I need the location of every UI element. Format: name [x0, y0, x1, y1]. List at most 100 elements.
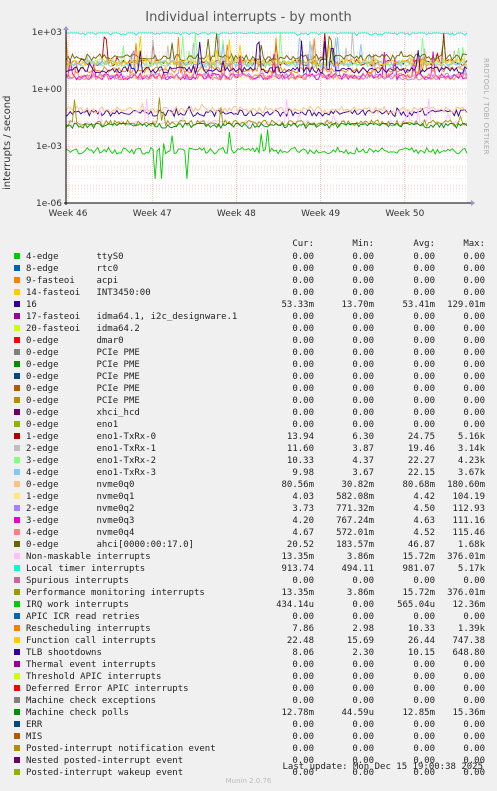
legend-max: 0.00	[463, 336, 485, 346]
legend-cur: 11.60	[286, 444, 314, 454]
legend-min: 0.00	[352, 360, 374, 370]
legend-row: 17-fasteoi idma64.1, i2c_designware.1 0.0…	[14, 311, 485, 323]
legend-label: 0-edge nvme0q0	[26, 479, 134, 491]
legend-swatch	[14, 613, 20, 619]
legend-max: 0.00	[463, 264, 485, 274]
legend-label: 8-edge rtc0	[26, 263, 118, 275]
legend-swatch	[14, 553, 20, 559]
legend-cur: 0.00	[292, 288, 314, 298]
x-tick-label: Week 47	[133, 209, 172, 219]
legend-series-name: PCIe PME	[96, 384, 140, 394]
legend-row: 4-edge nvme0q4 4.67 572.01m 4.52 115.46	[14, 527, 485, 539]
legend-max: 1.39k	[457, 624, 485, 634]
legend-min: 0.00	[352, 312, 374, 322]
legend-row: Non-maskable interrupts 13.35m 3.86m 15.72m…	[14, 551, 485, 563]
legend-max: 0.00	[463, 360, 485, 370]
legend-label: 0-edge PCIe PME	[26, 395, 140, 407]
legend-row: 0-edge dmar0 0.00 0.00 0.00 0.00	[14, 335, 485, 347]
legend-swatch	[14, 565, 20, 571]
legend-cur: 0.00	[292, 252, 314, 262]
legend-min: 0.00	[352, 612, 374, 622]
legend-max: 648.80	[452, 648, 485, 658]
legend-source: 3-edge	[26, 516, 59, 526]
legend-cur: 13.94	[286, 432, 314, 442]
legend-max: 1.68k	[457, 540, 485, 550]
legend-row: 2-edge nvme0q2 3.73 771.32m 4.50 112.93	[14, 503, 485, 515]
legend: 4-edge ttyS0 0.00 0.00 0.00 0.00 8-edge rtc0 0…	[14, 251, 485, 779]
legend-swatch	[14, 601, 20, 607]
legend-cur: 0.00	[292, 264, 314, 274]
legend-min: 0.00	[352, 672, 374, 682]
legend-series-name: INT3450:00	[96, 288, 151, 298]
x-tick-label: Week 48	[217, 209, 256, 219]
col-max: Max:	[463, 239, 485, 249]
legend-max: 112.93	[452, 504, 485, 514]
legend-series-name: nvme0q1	[96, 492, 135, 502]
legend-row: Posted-interrupt notification event 0.00 0…	[14, 743, 485, 755]
legend-source: APIC ICR read retries	[26, 612, 140, 622]
legend-swatch	[14, 589, 20, 595]
legend-min: 0.00	[352, 720, 374, 730]
legend-max: 0.00	[463, 384, 485, 394]
legend-series-name: PCIe PME	[96, 360, 140, 370]
legend-cur: 9.98	[292, 468, 314, 478]
legend-swatch	[14, 445, 20, 451]
legend-max: 0.00	[463, 576, 485, 586]
legend-cur: 0.00	[292, 684, 314, 694]
y-axis-arrow	[63, 26, 69, 30]
legend-cur: 0.00	[292, 408, 314, 418]
legend-label: Deferred Error APIC interrupts	[26, 683, 189, 695]
legend-label: 3-edge eno1-TxRx-2	[26, 455, 156, 467]
legend-row: 0-edge ahci[0000:00:17.0] 20.52 183.57m 46.…	[14, 539, 485, 551]
legend-label: 16	[26, 299, 37, 311]
legend-source: Local timer interrupts	[26, 564, 146, 574]
legend-min: 0.00	[352, 348, 374, 358]
legend-cur: 0.00	[292, 396, 314, 406]
legend-source: 4-edge	[26, 252, 59, 262]
legend-swatch	[14, 385, 20, 391]
legend-min: 0.00	[352, 264, 374, 274]
legend-label: 0-edge PCIe PME	[26, 359, 140, 371]
legend-swatch	[14, 337, 20, 343]
legend-cur: 0.00	[292, 672, 314, 682]
legend-row: Deferred Error APIC interrupts 0.00 0.00 0.…	[14, 683, 485, 695]
x-axis-arrow	[471, 200, 475, 206]
legend-row: Thermal event interrupts 0.00 0.00 0.00 0.00	[14, 659, 485, 671]
legend-max: 0.00	[463, 288, 485, 298]
legend-min: 0.00	[352, 744, 374, 754]
legend-row: Spurious interrupts 0.00 0.00 0.00 0.00	[14, 575, 485, 587]
legend-source: 8-edge	[26, 264, 59, 274]
legend-swatch	[14, 517, 20, 523]
legend-min: 0.00	[352, 420, 374, 430]
legend-source: Nested posted-interrupt event	[26, 756, 184, 766]
legend-min: 771.32m	[336, 504, 374, 514]
legend-row: 0-edge eno1 0.00 0.00 0.00 0.00	[14, 419, 485, 431]
legend-label: 14-fasteoi INT3450:00	[26, 287, 151, 299]
legend-source: Threshold APIC interrupts	[26, 672, 162, 682]
legend-label: Local timer interrupts	[26, 563, 145, 575]
legend-series-name: eno1-TxRx-3	[96, 468, 157, 478]
legend-cur: 0.00	[292, 744, 314, 754]
legend-source: 2-edge	[26, 444, 59, 454]
legend-row: 14-fasteoi INT3450:00 0.00 0.00 0.00 0.00	[14, 287, 485, 299]
legend-min: 2.98	[352, 624, 374, 634]
legend-label: 20-fasteoi idma64.2	[26, 323, 140, 335]
legend-min: 6.30	[352, 432, 374, 442]
legend-row: 2-edge eno1-TxRx-1 11.60 3.87 19.46 3.14k	[14, 443, 485, 455]
x-tick-label: Week 49	[301, 209, 340, 219]
legend-swatch	[14, 649, 20, 655]
legend-max: 0.00	[463, 396, 485, 406]
chart-plot: 1e-06 1e-03 1e+00 1e+03 Week 46 Week 47 Week …	[32, 26, 475, 219]
legend-source: 3-edge	[26, 456, 59, 466]
legend-cur: 4.67	[292, 528, 314, 538]
legend-source: 1-edge	[26, 492, 59, 502]
legend-swatch	[14, 637, 20, 643]
legend-max: 4.23k	[457, 456, 485, 466]
legend-max: 0.00	[463, 660, 485, 670]
legend-series-name: PCIe PME	[96, 348, 140, 358]
legend-source: 0-edge	[26, 408, 59, 418]
legend-row: Machine check exceptions 0.00 0.00 0.00 0.00	[14, 695, 485, 707]
legend-cur: 434.14u	[276, 600, 314, 610]
legend-source: 2-edge	[26, 504, 59, 514]
legend-row: Local timer interrupts 913.74 494.11 981.07…	[14, 563, 485, 575]
